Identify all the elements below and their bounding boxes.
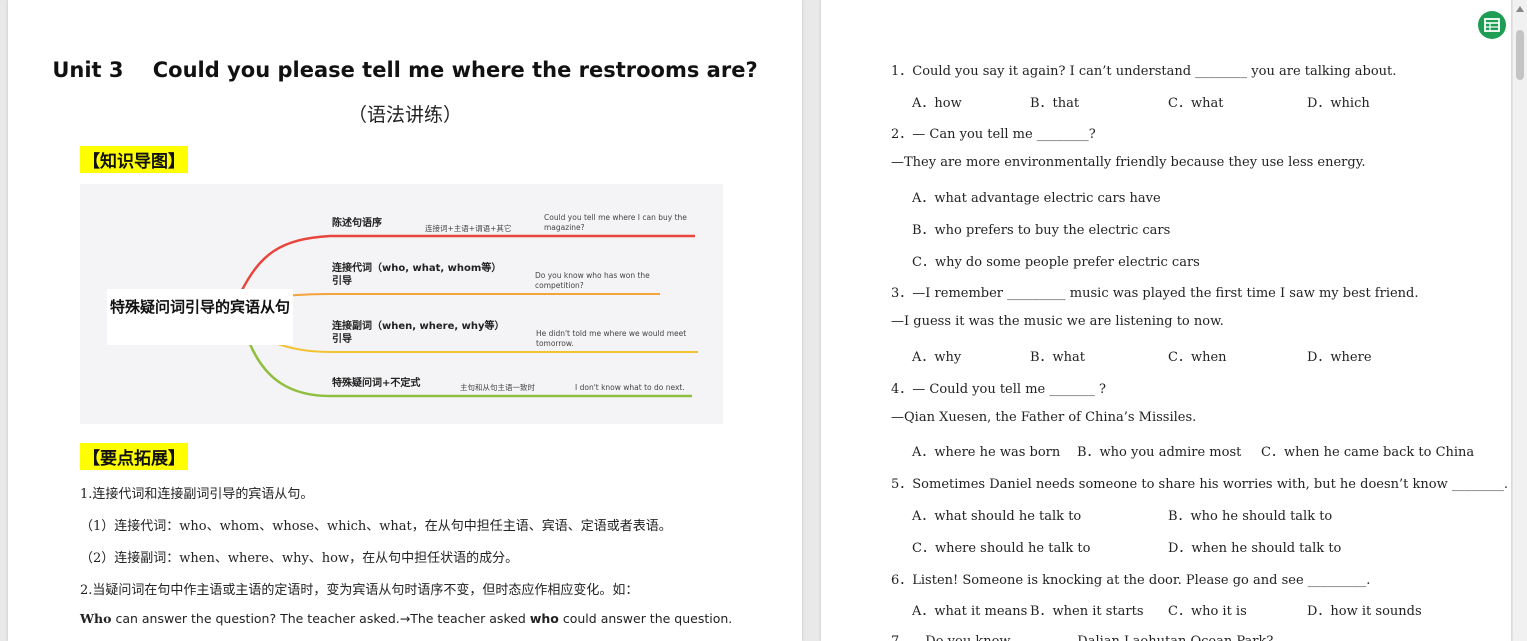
- scrollbar-thumb[interactable]: [1516, 30, 1524, 80]
- question-1: 1．Could you say it again? I can’t unders…: [891, 64, 1397, 79]
- q3-option-d: D．where: [1307, 350, 1372, 365]
- q1-option-d: D．which: [1307, 96, 1370, 111]
- mindmap-branch-4-label: 特殊疑问词+不定式: [332, 378, 421, 389]
- branch-line-orange: [259, 293, 660, 298]
- q1-option-a: A．how: [912, 96, 962, 111]
- q5-option-d: D．when he should talk to: [1168, 541, 1342, 556]
- q6-option-c: C．who it is: [1168, 604, 1247, 619]
- vertical-scrollbar[interactable]: [1513, 0, 1527, 641]
- q1-option-c: C．what: [1168, 96, 1224, 111]
- mindmap-branch-4-example: I don't know what to do next.: [575, 383, 685, 392]
- paragraph-2: （1）连接代词：who、whom、whose、which、what，在从句中担任…: [80, 519, 672, 534]
- example-text-1: can answer the question? The teacher ask…: [111, 611, 530, 626]
- mindmap-branch-2-example: Do you know who has won the competition?: [535, 271, 650, 290]
- spreadsheet-glyph: [1484, 18, 1500, 32]
- question-3: 3．—I remember _________ music was played…: [891, 286, 1419, 301]
- q4-option-a: A．where he was born: [912, 445, 1061, 460]
- example-text-2: could answer the question.: [558, 611, 733, 626]
- mindmap-branch-3-example: He didn't told me where we would meet to…: [536, 329, 687, 348]
- q5-option-c: C．where should he talk to: [912, 541, 1091, 556]
- paragraph-3: （2）连接副词：when、where、why、how，在从句中担任状语的成分。: [80, 551, 519, 566]
- section-heading-mindmap: 【知识导图】: [80, 146, 188, 173]
- paragraph-4: 2.当疑问词在句中作主语或主语的定语时，变为宾语从句时语序不变，但时态应作相应变…: [80, 583, 639, 598]
- q6-option-a: A．what it means: [912, 604, 1028, 619]
- question-4: 4．— Could you tell me _______ ?: [891, 382, 1106, 397]
- question-4-response: —Qian Xuesen, the Father of China’s Miss…: [891, 410, 1197, 425]
- q4-option-c: C．when he came back to China: [1261, 445, 1475, 460]
- q3-option-c: C．when: [1168, 350, 1227, 365]
- left-document-page: Unit 3 Could you please tell me where th…: [8, 0, 802, 641]
- q5-option-a: A．what should he talk to: [912, 509, 1082, 524]
- document-subtitle: （语法讲练）: [347, 104, 462, 126]
- q3-option-a: A．why: [912, 350, 962, 365]
- section-heading-key-points: 【要点拓展】: [80, 443, 188, 470]
- mindmap-branch-1-example: Could you tell me where I can buy the ma…: [544, 213, 687, 232]
- example-word-1: Who: [80, 611, 112, 626]
- question-6: 6．Listen! Someone is knocking at the doo…: [891, 573, 1371, 588]
- q6-option-b: B．when it starts: [1030, 604, 1144, 619]
- document-title: Unit 3 Could you please tell me where th…: [52, 58, 758, 82]
- q2-option-b: B．who prefers to buy the electric cars: [912, 223, 1171, 238]
- q4-option-b: B．who you admire most: [1077, 445, 1242, 460]
- scroll-up-icon[interactable]: [1516, 6, 1524, 12]
- question-3-response: —I guess it was the music we are listeni…: [891, 314, 1224, 329]
- mindmap-branch-1-note: 连接词+主语+谓语+其它: [425, 224, 512, 233]
- q2-option-c: C．why do some people prefer electric car…: [912, 255, 1200, 270]
- question-2: 2．— Can you tell me ________?: [891, 127, 1096, 142]
- q6-option-d: D．how it sounds: [1307, 604, 1422, 619]
- right-document-page: 1．Could you say it again? I can’t unders…: [821, 0, 1511, 641]
- example-sentence: Who can answer the question? The teacher…: [80, 611, 732, 626]
- paragraph-1: 1.连接代词和连接副词引导的宾语从句。: [80, 487, 314, 502]
- question-5: 5．Sometimes Daniel needs someone to shar…: [891, 477, 1508, 492]
- mindmap-branch-2-label: 连接代词（who, what, whom等）引导: [332, 263, 502, 287]
- mindmap-diagram: 特殊疑问词引导的宾语从句 陈述句语序 连接词+主语+谓语+其它 Could yo…: [80, 184, 723, 424]
- question-2-response: —They are more environmentally friendly …: [891, 155, 1366, 170]
- q5-option-b: B．who he should talk to: [1168, 509, 1333, 524]
- example-word-2: who: [529, 611, 559, 626]
- mindmap-branch-3-label: 连接副词（when, where, why等）引导: [332, 321, 500, 345]
- q1-option-b: B．that: [1030, 96, 1080, 111]
- q2-option-a: A．what advantage electric cars have: [912, 191, 1161, 206]
- spreadsheet-icon[interactable]: [1478, 11, 1506, 39]
- q3-option-b: B．what: [1030, 350, 1086, 365]
- mindmap-branch-4-note: 主句和从句主语一致时: [460, 383, 535, 392]
- mindmap-center-node: 特殊疑问词引导的宾语从句: [107, 289, 293, 345]
- question-7: 7．—Do you know _________ Dalian Laohutan…: [891, 630, 1273, 641]
